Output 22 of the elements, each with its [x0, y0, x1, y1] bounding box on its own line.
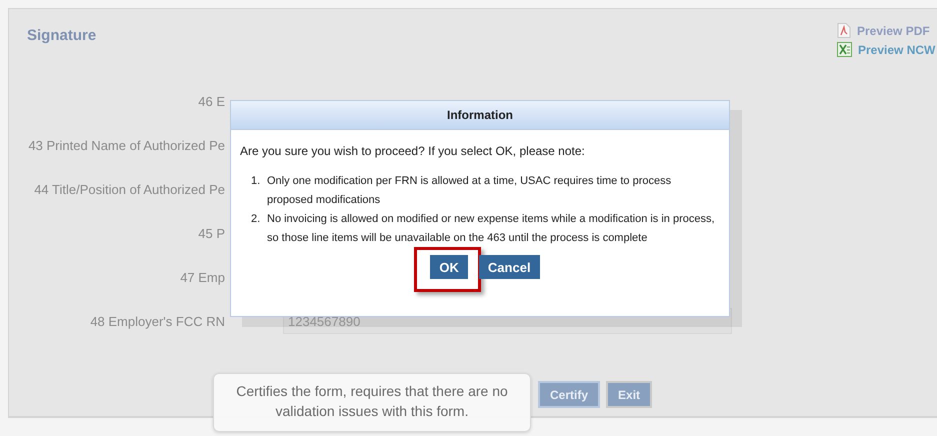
field-label: 47 Emp: [179, 270, 225, 284]
list-number: 1.: [251, 174, 262, 189]
form-button[interactable]: Certify: [538, 381, 600, 408]
form-button[interactable]: Exit: [606, 381, 652, 408]
preview-link[interactable]: Preview NCW: [837, 42, 937, 57]
spreadsheet-icon: [837, 42, 852, 57]
section-title: Signature: [27, 27, 96, 44]
note-text: Only one modification per FRN is allowed at a time, USAC requires time to process proposed modifications: [267, 174, 672, 208]
dialog-title: Information: [231, 101, 729, 130]
field-label: 44 Title/Position of Authorized Pe: [33, 182, 225, 196]
field-label: 45 P: [197, 226, 225, 240]
field-label: 43 Printed Name of Authorized Pe: [27, 138, 225, 152]
field-label: 48 Employer's FCC RN: [89, 314, 225, 328]
note-text: No invoicing is allowed on modified or new expense items while a modification is in process, so those line items will be unavailable on the 463 until the process is complete: [267, 212, 716, 246]
pdf-file-icon: [837, 23, 851, 38]
preview-link[interactable]: Preview PDF: [837, 23, 937, 38]
field-label: 46 E: [197, 94, 225, 108]
dialog-button[interactable]: Cancel: [478, 255, 540, 279]
dialog-button[interactable]: OK: [430, 255, 468, 279]
list-number: 2.: [251, 212, 262, 227]
dialog-message: Are you sure you wish to proceed? If you select OK, please note:: [240, 144, 586, 158]
tooltip: Certifies the form, requires that there are no validation issues with this form.: [213, 373, 531, 432]
